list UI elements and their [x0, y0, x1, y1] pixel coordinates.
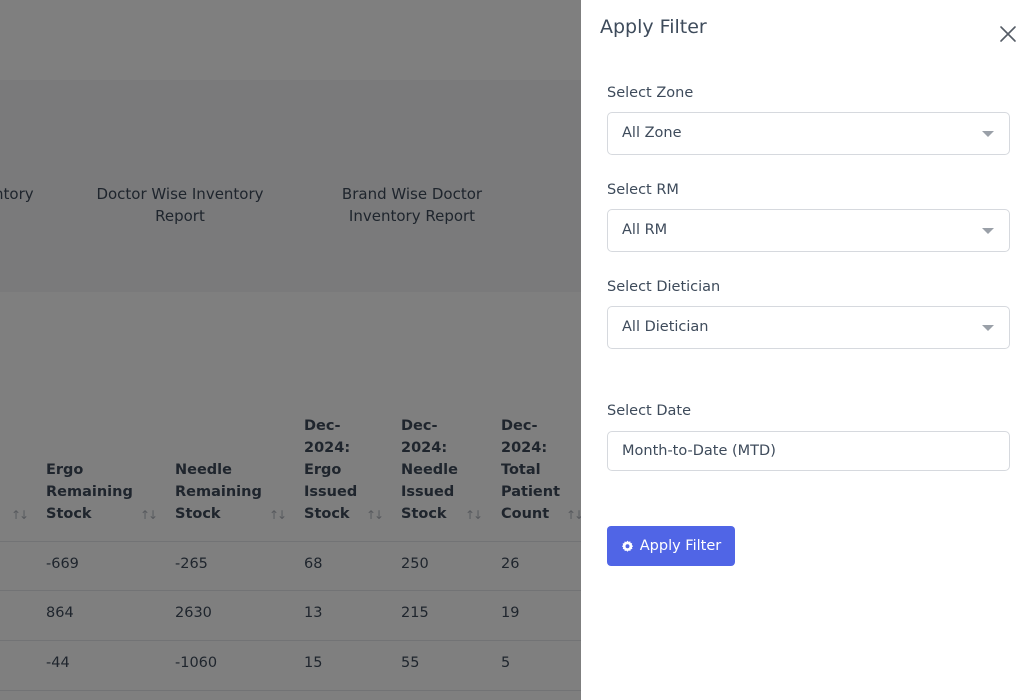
rm-select[interactable]: All RM — [607, 209, 1010, 252]
dietician-select[interactable]: All Dietician — [607, 306, 1010, 349]
close-icon — [1000, 26, 1016, 42]
dietician-label: Select Dietician — [607, 279, 721, 295]
filter-panel: Apply Filter Select Zone All Zone Select… — [581, 0, 1034, 700]
rm-label: Select RM — [607, 182, 679, 198]
zone-select-value: All Zone — [622, 125, 682, 141]
rm-select-value: All RM — [622, 222, 668, 238]
gear-icon — [621, 540, 633, 552]
apply-filter-label: Apply Filter — [639, 538, 722, 554]
zone-select[interactable]: All Zone — [607, 112, 1010, 155]
apply-filter-button[interactable]: Apply Filter — [607, 526, 735, 566]
date-input[interactable] — [607, 431, 1010, 471]
chevron-down-icon — [982, 131, 994, 137]
zone-label: Select Zone — [607, 85, 694, 101]
close-button[interactable] — [996, 22, 1020, 46]
dietician-select-value: All Dietician — [622, 319, 709, 335]
date-label: Select Date — [607, 403, 691, 419]
chevron-down-icon — [982, 228, 994, 234]
panel-title: Apply Filter — [600, 16, 707, 38]
chevron-down-icon — [982, 325, 994, 331]
